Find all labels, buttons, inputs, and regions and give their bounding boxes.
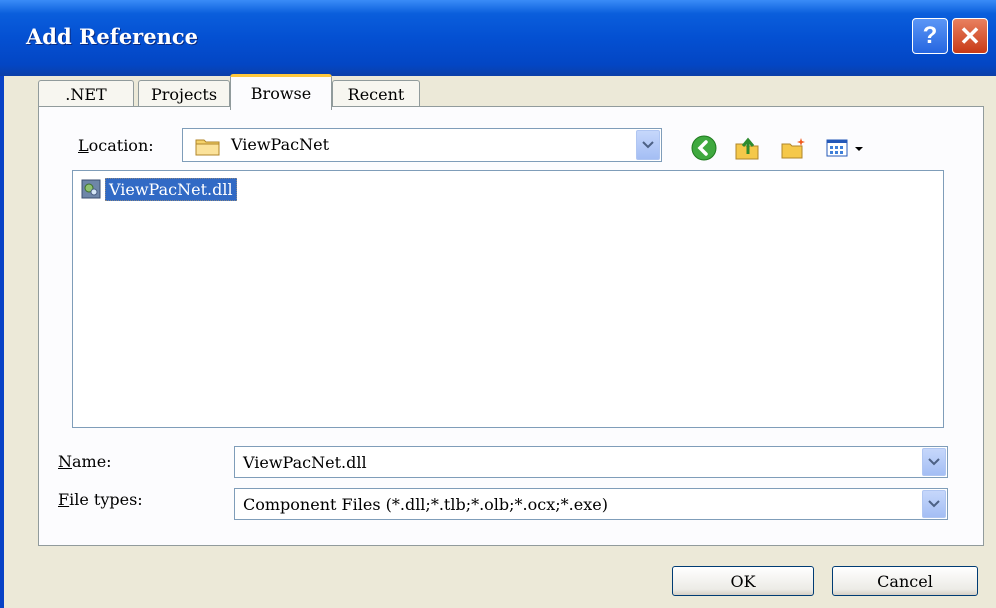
tab-dotnet[interactable]: .NET <box>38 80 134 108</box>
view-menu-button[interactable] <box>826 134 852 162</box>
location-label: Location: <box>78 136 154 155</box>
chevron-down-icon <box>928 458 940 466</box>
file-types-dropdown-button[interactable] <box>922 490 946 518</box>
file-types-label: File types: <box>58 490 143 509</box>
location-value: ViewPacNet <box>231 135 329 154</box>
dialog-title: Add Reference <box>26 24 199 49</box>
folder-icon <box>195 139 220 156</box>
back-button[interactable] <box>690 134 718 162</box>
tab-browse[interactable]: Browse <box>230 74 332 110</box>
location-dropdown-button[interactable] <box>636 130 660 160</box>
file-item-name: ViewPacNet.dll <box>105 177 237 201</box>
new-folder-icon <box>781 138 805 159</box>
cancel-button[interactable]: Cancel <box>832 566 978 596</box>
new-folder-button[interactable] <box>780 134 808 162</box>
title-bar[interactable]: Add Reference ? ✕ <box>0 0 996 76</box>
up-folder-icon <box>735 137 759 160</box>
tab-recent[interactable]: Recent <box>332 80 420 108</box>
file-types-value: Component Files (*.dll;*.tlb;*.olb;*.ocx… <box>243 495 608 514</box>
view-menu-dropdown-icon[interactable] <box>854 146 864 152</box>
up-folder-button[interactable] <box>734 134 762 162</box>
tab-projects[interactable]: Projects <box>138 80 230 108</box>
name-value: ViewPacNet.dll <box>243 453 367 472</box>
chevron-down-icon <box>928 500 940 508</box>
file-list[interactable]: ViewPacNet.dll <box>72 170 944 428</box>
view-menu-icon <box>826 139 848 157</box>
name-combobox[interactable]: ViewPacNet.dll <box>234 446 948 478</box>
dll-file-icon <box>81 179 101 199</box>
name-dropdown-button[interactable] <box>922 448 946 476</box>
add-reference-dialog: Add Reference ? ✕ .NET Projects Browse R… <box>0 0 996 608</box>
close-button[interactable]: ✕ <box>952 18 988 54</box>
ok-button[interactable]: OK <box>672 566 814 596</box>
location-combobox[interactable]: ViewPacNet <box>182 128 662 162</box>
name-label: Name: <box>58 452 112 471</box>
chevron-down-icon <box>642 141 654 149</box>
back-icon <box>691 135 717 161</box>
help-button[interactable]: ? <box>912 18 948 54</box>
file-item[interactable]: ViewPacNet.dll <box>81 177 237 201</box>
file-types-combobox[interactable]: Component Files (*.dll;*.tlb;*.olb;*.ocx… <box>234 488 948 520</box>
